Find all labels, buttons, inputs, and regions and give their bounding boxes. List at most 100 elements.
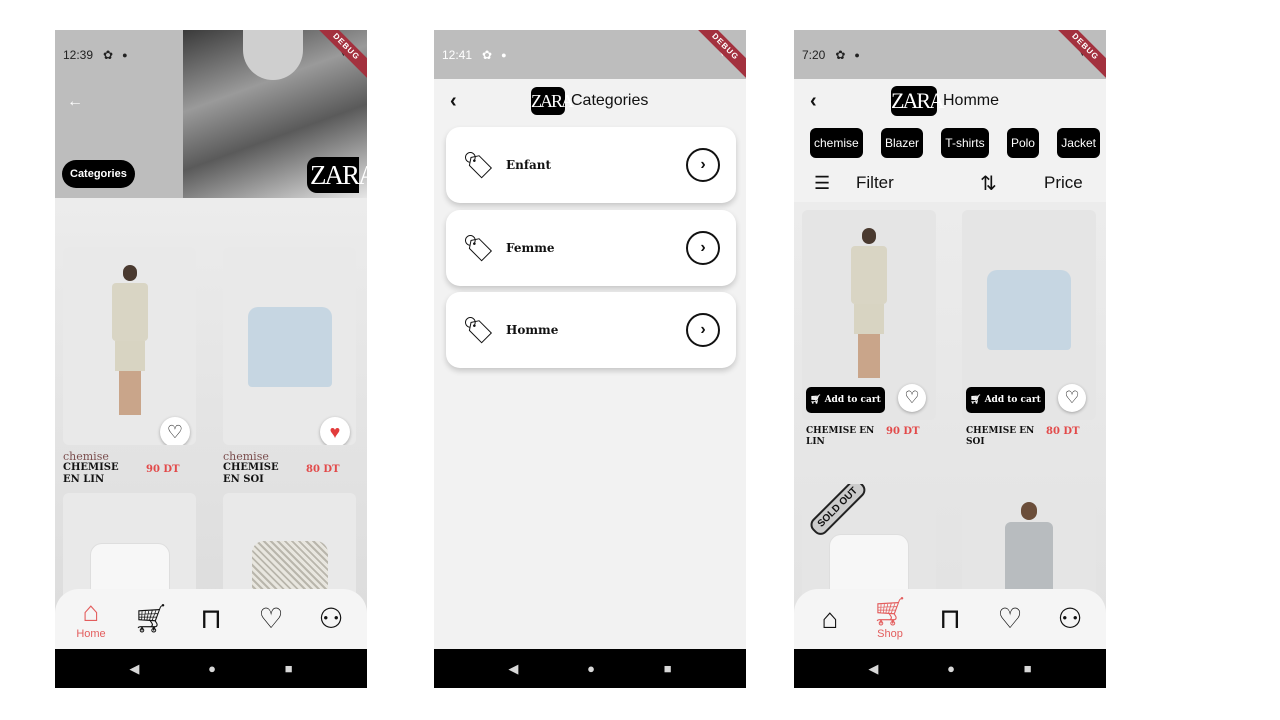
chip-polo[interactable]: Polo [1006,128,1039,158]
product-price: 90 DT [146,464,180,475]
home-icon: ⌂ [82,596,100,627]
back-triangle-icon[interactable]: ◀ [129,661,139,677]
recents-square-icon[interactable]: ■ [1024,661,1032,676]
product-name: CHEMISE EN LIN [806,426,875,447]
status-time: 12:41 [442,47,473,62]
tag-icon: 🏷︎ [462,149,496,180]
filter-button[interactable]: Filter [856,173,894,193]
product-price: 90 DT [886,426,920,437]
product-card[interactable]: ♡ chemise CHEMISE EN LIN 90 DT [63,247,196,486]
add-to-cart-label: Add to cart [984,395,1041,405]
system-nav-bar: ◀ ● ■ [55,649,367,688]
status-bar: 12:39 ✿ ● ▼▮ DEBUG [55,30,367,83]
cart-icon[interactable]: 🛒︎ [125,605,177,633]
category-name: Enfant [506,158,552,172]
nav-shop[interactable]: 🛒︎ Shop [864,596,916,641]
chip-blazer[interactable]: Blazer [880,128,923,158]
product-category: chemise [223,450,269,463]
sold-out-badge: SOLD OUT [807,484,869,539]
chevron-right-icon[interactable]: › [686,148,720,182]
category-name: Homme [506,323,559,337]
product-grid[interactable]: 🛒︎ Add to cart ♡ CHEMISE EN LIN 90 DT 🛒︎… [794,202,1106,688]
product-card[interactable]: ♥ chemise CHEMISE EN SOI 80 DT [223,247,356,486]
recents-square-icon[interactable]: ■ [285,661,293,676]
cart-icon: 🛒︎ [872,596,908,627]
heart-icon[interactable]: ♡ [1058,384,1086,412]
back-triangle-icon[interactable]: ◀ [508,661,518,677]
heart-icon[interactable]: ♡ [898,384,926,412]
user-icon[interactable]: ⚇ [305,605,357,633]
recents-square-icon[interactable]: ■ [664,661,672,676]
heart-icon[interactable]: ♡ [160,417,190,445]
add-to-cart-label: Add to cart [824,395,881,405]
back-chevron-icon[interactable]: ‹ [810,90,817,113]
product-image: ♡ [63,247,196,445]
product-name: CHEMISE EN SOI [966,426,1035,447]
heart-icon[interactable]: ♡ [984,605,1036,633]
bottom-navigation: ⌂ Home 🛒︎ ⊓ ♡ ⚇ [55,589,367,649]
bag-icon[interactable]: ⊓ [185,605,237,633]
home-icon[interactable]: ⌂ [804,605,856,633]
filter-sort-bar: ☰ Filter ⇅ Price [794,166,1106,200]
bottom-navigation: ⌂ 🛒︎ Shop ⊓ ♡ ⚇ [794,589,1106,649]
product-price: 80 DT [1046,426,1080,437]
product-category: chemise [63,450,109,463]
zara-logo: ZARA [307,157,367,193]
tag-icon: 🏷︎ [462,232,496,263]
page-title: Homme [943,92,1000,109]
app-bar: ‹ ZARA Homme [794,79,1106,123]
sort-icon[interactable]: ⇅ [980,171,997,196]
product-card[interactable]: 🛒︎ Add to cart ♡ CHEMISE EN LIN 90 DT [802,210,936,447]
system-nav-bar: ◀ ● ■ [794,649,1106,688]
tag-icon: 🏷︎ [462,314,496,345]
add-to-cart-button[interactable]: 🛒︎ Add to cart [966,387,1045,413]
nav-home[interactable]: ⌂ Home [65,596,117,641]
subcategory-chips: chemise Blazer T-shirts Polo Jacket [794,125,1106,161]
phone-categories-screen: 12:41 ✿ ● ▼▮ DEBUG ‹ ZARA Categories 🏷︎ … [434,30,746,688]
bag-icon[interactable]: ⊓ [924,605,976,633]
gear-icon: ✿ [835,47,846,62]
status-bar: 7:20 ✿ ● ▼▮ DEBUG [794,30,1106,83]
category-card-enfant[interactable]: 🏷︎ Enfant › [446,127,736,203]
page-title: Categories [571,92,649,109]
nav-shop-label: Shop [877,628,903,640]
nav-home-label: Home [76,628,106,640]
status-bar: 12:41 ✿ ● ▼▮ DEBUG [434,30,746,83]
zara-logo: ZARA [891,86,945,116]
dot-icon: ● [122,49,128,60]
sort-price-button[interactable]: Price [1044,173,1083,193]
categories-button[interactable]: Categories [62,160,135,188]
product-price: 80 DT [306,464,340,475]
chevron-right-icon[interactable]: › [686,231,720,265]
status-time: 12:39 [63,47,94,62]
product-name: CHEMISE EN SOI [223,462,279,485]
zara-logo: ZARA [531,87,574,115]
add-to-cart-button[interactable]: 🛒︎ Add to cart [806,387,885,413]
dot-icon: ● [501,49,507,60]
phone-shop-screen: 7:20 ✿ ● ▼▮ DEBUG ‹ ZARA Homme chemise B… [794,30,1106,688]
back-triangle-icon[interactable]: ◀ [868,661,878,677]
home-circle-icon[interactable]: ● [587,661,595,676]
back-chevron-icon[interactable]: ‹ [450,90,457,113]
app-bar: ‹ ZARA Categories [434,79,746,123]
user-icon[interactable]: ⚇ [1044,605,1096,633]
chip-chemise[interactable]: chemise [810,128,863,158]
heart-icon[interactable]: ♡ [245,605,297,633]
product-card[interactable]: 🛒︎ Add to cart ♡ CHEMISE EN SOI 80 DT [962,210,1096,447]
product-image: ♥ [223,247,356,445]
phone-home-screen: 12:39 ✿ ● ▼▮ DEBUG ← Categories ZARA ♡ c… [55,30,367,688]
category-card-homme[interactable]: 🏷︎ Homme › [446,292,736,368]
dot-icon: ● [854,49,860,60]
back-arrow-icon[interactable]: ← [67,93,83,111]
home-circle-icon[interactable]: ● [208,661,216,676]
chip-jacket[interactable]: Jacket [1057,128,1100,158]
heart-filled-icon[interactable]: ♥ [320,417,350,445]
chip-tshirts[interactable]: T-shirts [941,128,989,158]
home-circle-icon[interactable]: ● [947,661,955,676]
chevron-right-icon[interactable]: › [686,313,720,347]
product-grid[interactable]: ♡ chemise CHEMISE EN LIN 90 DT ♥ chemise… [55,198,367,688]
gear-icon: ✿ [482,47,493,62]
sliders-icon[interactable]: ☰ [814,173,830,194]
product-name: CHEMISE EN LIN [63,462,119,485]
category-card-femme[interactable]: 🏷︎ Femme › [446,210,736,286]
